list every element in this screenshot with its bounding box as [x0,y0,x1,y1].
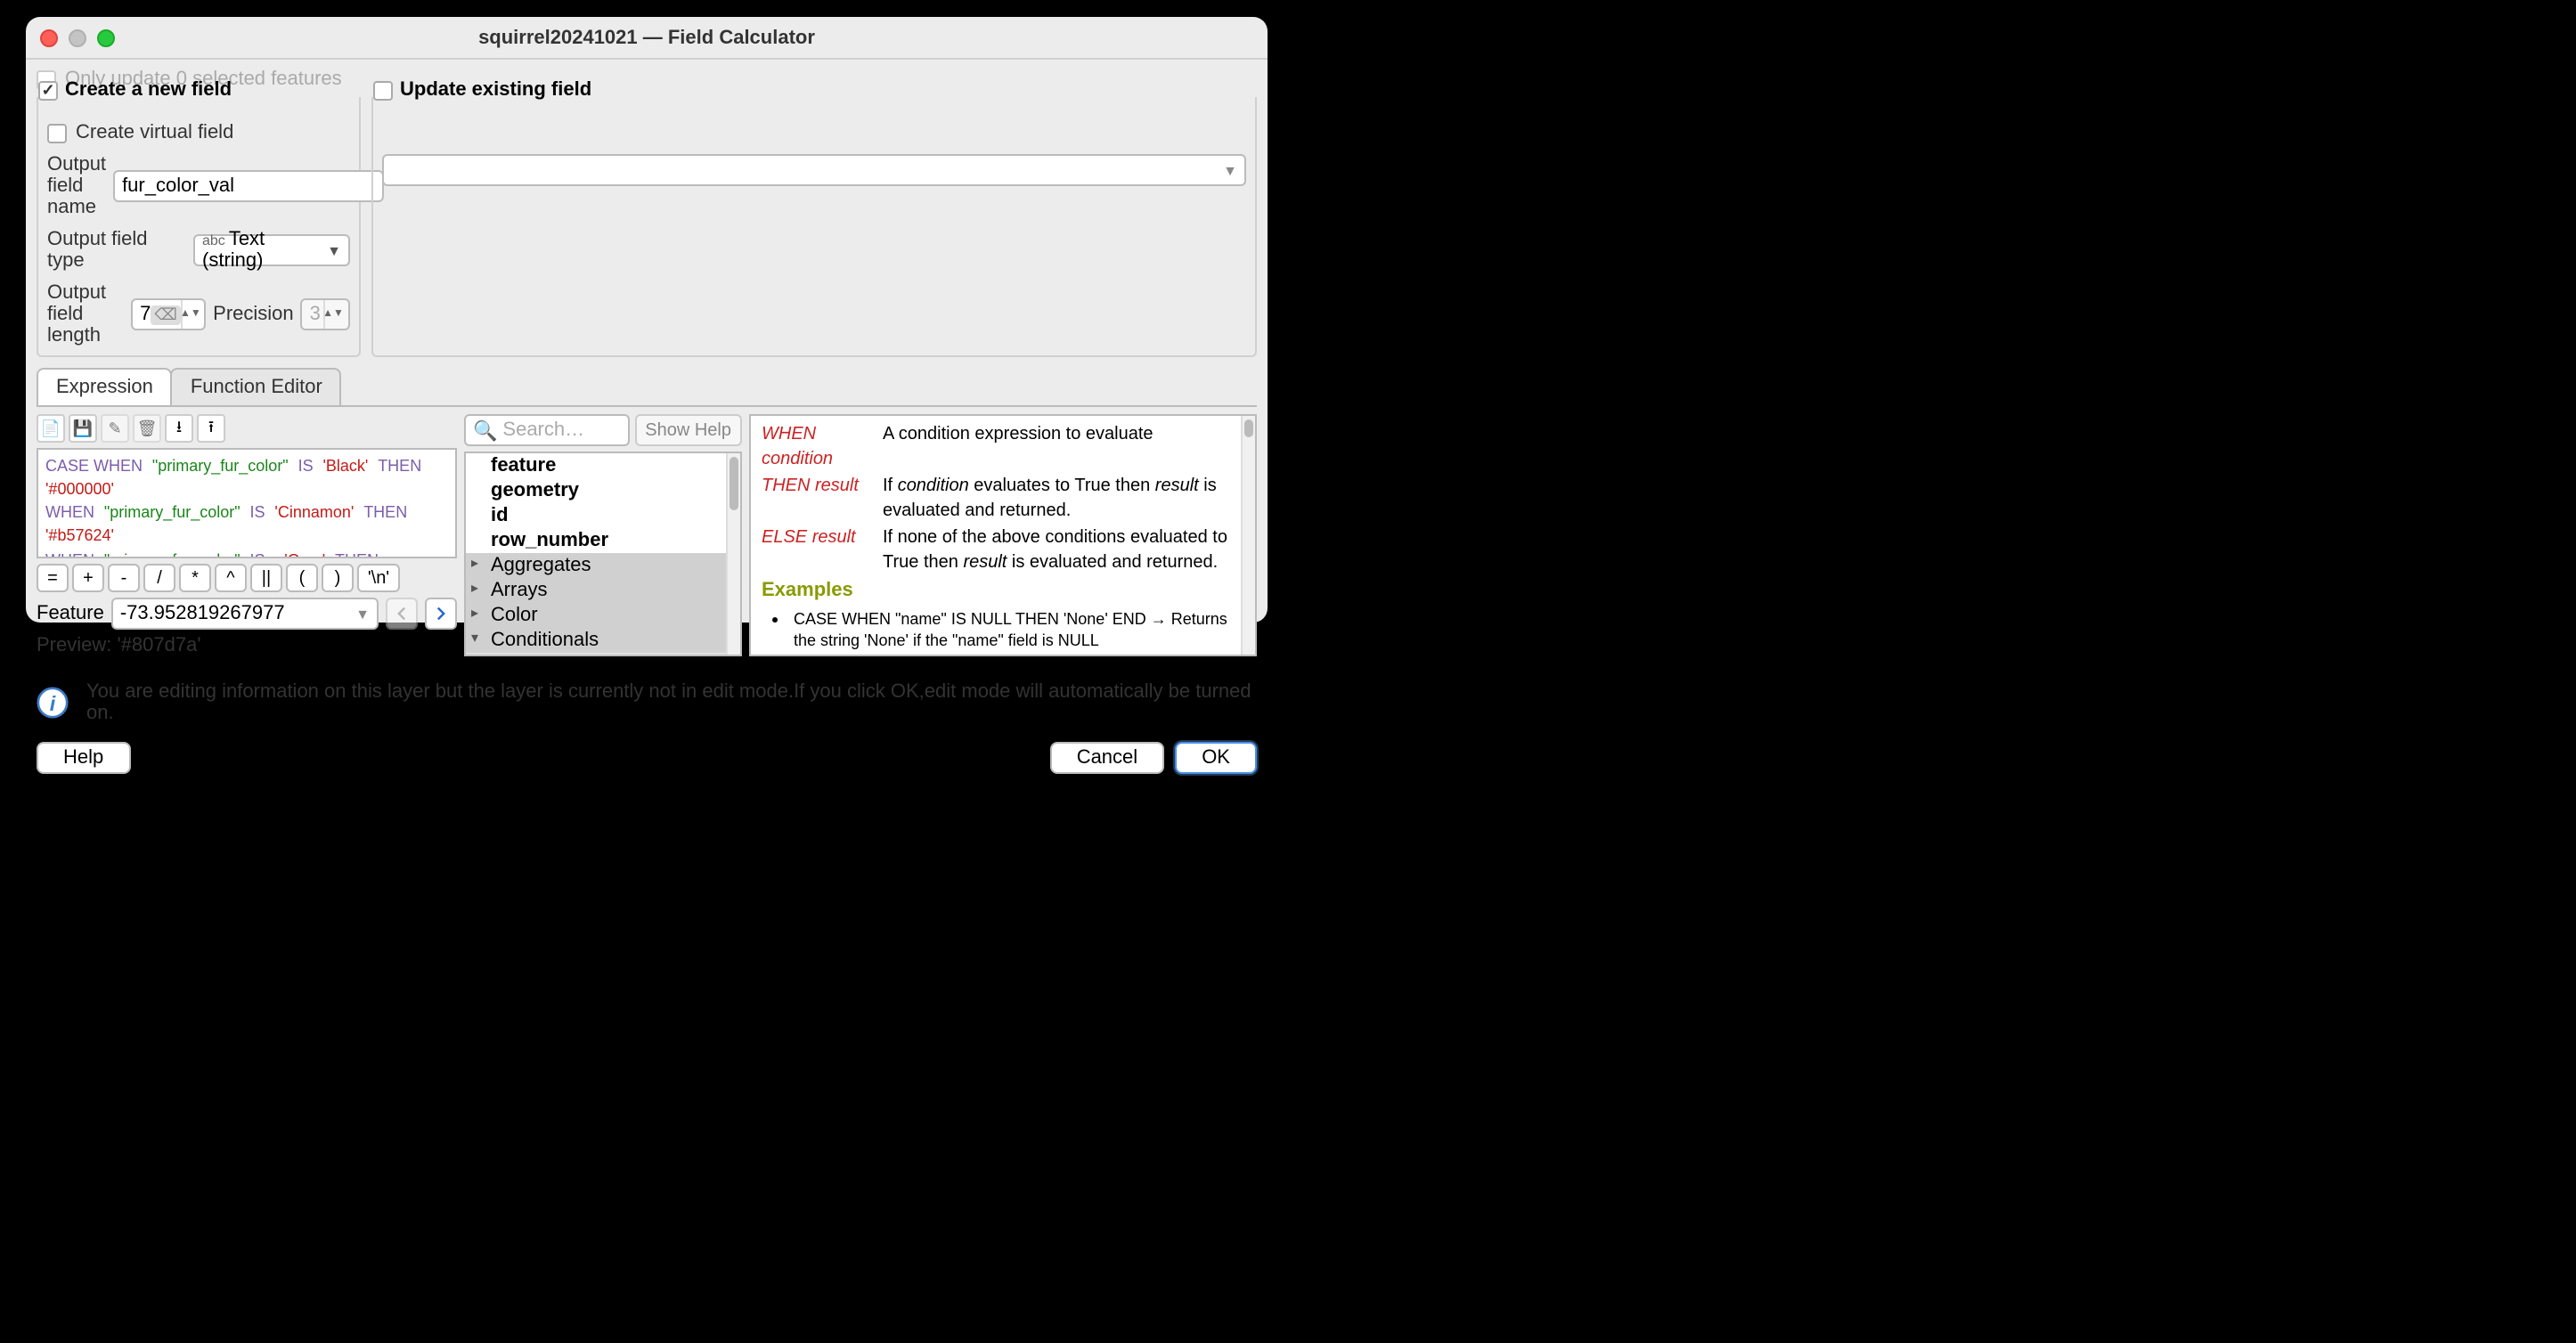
scrollbar[interactable] [726,453,740,655]
delete-icon: 🗑 [133,414,161,443]
operator-button[interactable]: ^ [215,564,247,592]
help-text: A condition expression to evaluate [883,423,1234,471]
operator-button[interactable]: * [179,564,211,592]
prev-feature-button [386,598,418,630]
tree-item[interactable]: row_number [466,528,740,553]
feature-select[interactable]: -73.952819267977 ▼ [111,598,379,630]
create-field-label: Create a new field [65,79,232,101]
save-icon[interactable]: 💾 [69,414,97,443]
chevron-down-icon: ▼ [327,242,341,258]
field-calculator-dialog: squirrel20241021 — Field Calculator Only… [26,17,1268,623]
tree-item[interactable]: CASE [466,653,740,656]
ok-button[interactable]: OK [1175,742,1257,774]
update-field-select[interactable]: ▼ [382,154,1246,186]
virtual-field-checkbox[interactable] [47,123,67,142]
tab-function-editor[interactable]: Function Editor [171,368,342,405]
tree-item[interactable]: feature [466,453,740,478]
output-name-label: Output field name [47,154,106,218]
preview-label: Preview: [37,635,111,656]
precision-stepper: 3 ▲▼ [301,298,350,330]
chevron-down-icon: ▼ [355,606,370,622]
preview-value: '#807d7a' [118,635,201,656]
info-icon: i [37,687,69,719]
titlebar: squirrel20241021 — Field Calculator [26,17,1268,60]
help-button[interactable]: Help [37,742,130,774]
cancel-button[interactable]: Cancel [1050,742,1165,774]
operator-button[interactable]: = [37,564,69,592]
tree-item[interactable]: Color [466,603,740,628]
help-key: THEN result [762,475,872,523]
create-field-group: Create a new field Create virtual field … [37,97,361,357]
expression-editor[interactable]: CASE WHEN "primary_fur_color" IS 'Black'… [37,448,457,558]
output-length-stepper[interactable]: 7 ⌫ ▲▼ [131,298,206,330]
import-icon[interactable]: ⭳ [165,414,193,443]
update-field-label: Update existing field [400,79,591,101]
virtual-field-label: Create virtual field [76,122,233,143]
tree-item[interactable]: geometry [466,478,740,503]
help-text: If none of the above conditions evaluate… [883,526,1234,574]
next-feature-button[interactable] [425,598,457,630]
help-key: ELSE result [762,526,872,574]
operator-button[interactable]: ( [286,564,318,592]
stepper-arrows-icon: ▲▼ [323,300,341,329]
new-icon[interactable]: 📄 [37,414,65,443]
update-field-group: Update existing field ▼ [371,97,1257,357]
export-icon[interactable]: ⭱ [197,414,225,443]
operator-button[interactable]: / [143,564,175,592]
help-text: If condition evaluates to True then resu… [883,475,1234,523]
search-icon: 🔍 [473,419,497,442]
stepper-arrows-icon[interactable]: ▲▼ [181,300,199,329]
function-tree[interactable]: featuregeometryidrow_numberAggregatesArr… [464,452,742,656]
output-type-select[interactable]: abcText (string) ▼ [193,234,350,266]
svg-text:i: i [50,692,56,715]
search-input[interactable]: 🔍 Search… [464,414,629,446]
tree-item[interactable]: id [466,503,740,528]
output-name-input[interactable] [113,170,384,202]
help-panel: WHEN conditionA condition expression to … [749,414,1257,656]
clear-icon[interactable]: ⌫ [151,305,180,324]
examples-heading: Examples [762,578,1234,605]
chevron-down-icon: ▼ [1223,162,1237,178]
operator-button[interactable]: ) [322,564,354,592]
output-length-label: Output field length [47,282,124,346]
tree-item[interactable]: Conditionals [466,628,740,653]
window-title: squirrel20241021 — Field Calculator [26,27,1268,48]
help-example: CASE WHEN "name" IS NULL THEN 'None' END… [794,608,1234,652]
info-message: You are editing information on this laye… [86,681,1257,724]
precision-label: Precision [213,304,294,325]
operator-buttons: =+-/*^||()'\n' [37,564,457,592]
output-type-label: Output field type [47,229,186,272]
feature-label: Feature [37,603,104,624]
tab-expression[interactable]: Expression [37,368,173,405]
operator-button[interactable]: || [250,564,282,592]
tree-item[interactable]: Arrays [466,578,740,603]
operator-button[interactable]: '\n' [357,564,400,592]
edit-icon: ✎ [101,414,129,443]
help-example: CASE WHEN $area > 10000 THEN 'Big proper… [794,653,1234,656]
operator-button[interactable]: + [72,564,104,592]
tree-item[interactable]: Aggregates [466,553,740,578]
update-field-checkbox[interactable] [373,80,393,100]
tab-bar: Expression Function Editor [37,368,1257,407]
help-key: WHEN condition [762,423,872,471]
show-help-button[interactable]: Show Help [634,414,742,446]
operator-button[interactable]: - [108,564,140,592]
scrollbar[interactable] [1241,416,1255,655]
create-field-checkbox[interactable] [38,80,58,100]
